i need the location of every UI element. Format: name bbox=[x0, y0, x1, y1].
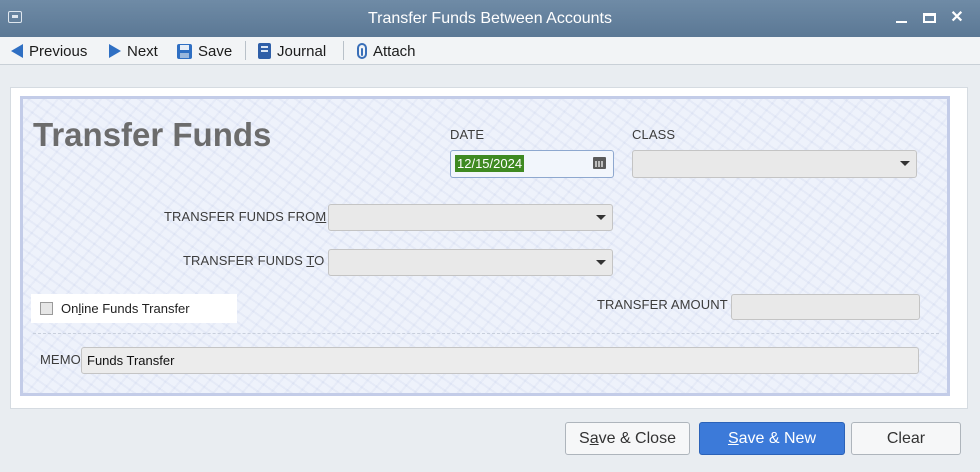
chevron-down-icon bbox=[900, 161, 910, 166]
clear-button[interactable]: Clear bbox=[851, 422, 961, 455]
transfer-from-dropdown[interactable] bbox=[328, 204, 613, 231]
maximize-button[interactable] bbox=[920, 8, 940, 28]
next-label: Next bbox=[127, 42, 158, 60]
transfer-from-label: TRANSFER FUNDS FROM bbox=[164, 209, 327, 224]
close-button[interactable]: ✕ bbox=[947, 8, 967, 28]
minimize-button[interactable] bbox=[892, 8, 912, 28]
chevron-down-icon bbox=[596, 215, 606, 220]
class-dropdown[interactable] bbox=[632, 150, 917, 178]
transfer-to-dropdown[interactable] bbox=[328, 249, 613, 276]
title-bar: Transfer Funds Between Accounts ✕ bbox=[0, 0, 980, 37]
previous-button[interactable]: Previous bbox=[11, 41, 87, 61]
save-label: Save bbox=[198, 42, 233, 60]
class-label: CLASS bbox=[632, 127, 676, 142]
arrow-right-icon bbox=[109, 44, 121, 58]
save-new-button[interactable]: Save & New bbox=[699, 422, 845, 455]
online-funds-transfer-option[interactable]: Online Funds Transfer bbox=[31, 294, 237, 323]
journal-button[interactable]: Journal bbox=[258, 41, 326, 61]
arrow-left-icon bbox=[11, 44, 23, 58]
calendar-icon[interactable] bbox=[593, 157, 606, 169]
toolbar-separator bbox=[343, 41, 344, 60]
transfer-to-label: TRANSFER FUNDS TO bbox=[183, 253, 325, 268]
toolbar: Previous Next Save Journal Attach bbox=[0, 37, 980, 65]
attach-label: Attach bbox=[373, 42, 416, 60]
journal-label: Journal bbox=[277, 42, 327, 60]
window-title: Transfer Funds Between Accounts bbox=[368, 10, 612, 27]
previous-label: Previous bbox=[29, 42, 88, 60]
form-divider bbox=[33, 333, 939, 334]
date-label: DATE bbox=[450, 127, 485, 142]
chevron-down-icon bbox=[596, 260, 606, 265]
attach-button[interactable]: Attach bbox=[357, 41, 416, 61]
memo-label: MEMO bbox=[40, 352, 81, 367]
date-field[interactable]: 12/15/2024 bbox=[450, 150, 614, 178]
memo-input[interactable]: Funds Transfer bbox=[81, 347, 919, 374]
next-button[interactable]: Next bbox=[109, 41, 158, 61]
paperclip-icon bbox=[357, 43, 367, 59]
online-funds-transfer-label: Online Funds Transfer bbox=[61, 301, 190, 316]
page-title: Transfer Funds bbox=[33, 116, 272, 153]
save-close-button[interactable]: Save & Close bbox=[565, 422, 690, 455]
transfer-amount-label: TRANSFER AMOUNT bbox=[597, 297, 728, 312]
save-icon bbox=[177, 43, 192, 59]
online-funds-transfer-checkbox[interactable] bbox=[40, 302, 53, 315]
date-value: 12/15/2024 bbox=[455, 155, 525, 172]
toolbar-separator bbox=[245, 41, 246, 60]
transfer-amount-input[interactable] bbox=[731, 294, 920, 320]
journal-icon bbox=[258, 43, 271, 59]
save-button[interactable]: Save bbox=[177, 41, 232, 61]
